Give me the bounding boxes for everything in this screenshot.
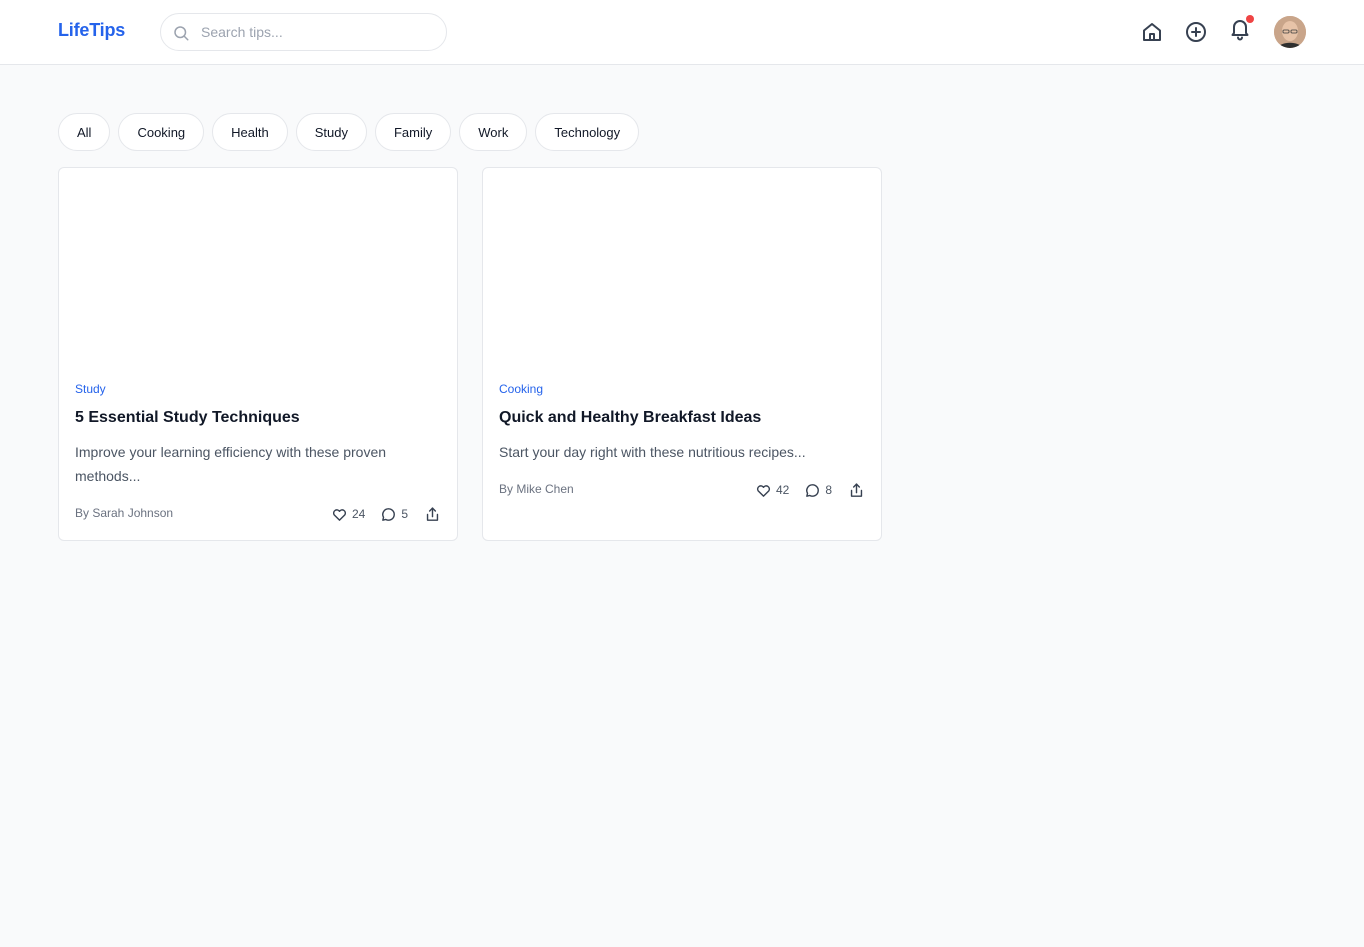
card-title[interactable]: Quick and Healthy Breakfast Ideas bbox=[499, 409, 761, 427]
comment-icon bbox=[806, 483, 820, 497]
category-filters: All Cooking Health Study Family Work Tec… bbox=[58, 113, 640, 151]
share-icon bbox=[850, 482, 863, 497]
comment-count: 8 bbox=[825, 483, 832, 497]
comment-button[interactable]: 5 bbox=[380, 506, 408, 523]
like-button[interactable]: 24 bbox=[331, 506, 365, 523]
card-category[interactable]: Study bbox=[75, 382, 106, 396]
card-description: Start your day right with these nutritio… bbox=[499, 444, 806, 460]
filter-work[interactable]: Work bbox=[459, 113, 528, 151]
filter-study[interactable]: Study bbox=[295, 113, 367, 151]
comment-button[interactable]: 8 bbox=[804, 482, 832, 499]
card-author: By Mike Chen bbox=[499, 482, 574, 496]
filter-family[interactable]: Family bbox=[374, 113, 452, 151]
filter-health[interactable]: Health bbox=[212, 113, 288, 151]
heart-icon bbox=[756, 484, 770, 497]
card-title[interactable]: 5 Essential Study Techniques bbox=[75, 409, 300, 427]
share-button[interactable] bbox=[424, 506, 441, 523]
user-avatar[interactable] bbox=[1274, 16, 1306, 48]
tip-card[interactable]: Cooking Quick and Healthy Breakfast Idea… bbox=[482, 167, 882, 541]
like-count: 42 bbox=[775, 483, 790, 497]
card-actions: 42 8 bbox=[755, 480, 865, 500]
search-icon bbox=[174, 26, 189, 41]
like-count: 24 bbox=[351, 507, 366, 521]
add-tip-button[interactable] bbox=[1184, 20, 1208, 44]
filter-cooking[interactable]: Cooking bbox=[118, 113, 205, 151]
share-button[interactable] bbox=[848, 482, 865, 499]
search-input[interactable] bbox=[201, 14, 436, 50]
card-actions: 24 5 bbox=[331, 504, 441, 524]
notification-badge bbox=[1246, 15, 1254, 23]
comment-icon bbox=[382, 507, 396, 521]
heart-icon bbox=[332, 508, 346, 521]
like-button[interactable]: 42 bbox=[755, 482, 789, 499]
avatar-image bbox=[1274, 16, 1306, 48]
share-icon bbox=[426, 506, 439, 521]
card-author: By Sarah Johnson bbox=[75, 506, 174, 520]
filter-technology[interactable]: Technology bbox=[535, 113, 640, 151]
tip-card[interactable]: Study 5 Essential Study Techniques Impro… bbox=[58, 167, 458, 541]
comment-count: 5 bbox=[401, 507, 408, 521]
search-box[interactable] bbox=[160, 13, 447, 51]
card-description: Improve your learning efficiency with th… bbox=[75, 444, 387, 484]
card-category[interactable]: Cooking bbox=[499, 382, 543, 396]
filter-all[interactable]: All bbox=[58, 113, 111, 151]
app-logo[interactable]: LifeTips bbox=[58, 20, 125, 41]
home-icon[interactable] bbox=[1140, 20, 1164, 44]
top-navbar: LifeTips bbox=[0, 0, 1364, 65]
